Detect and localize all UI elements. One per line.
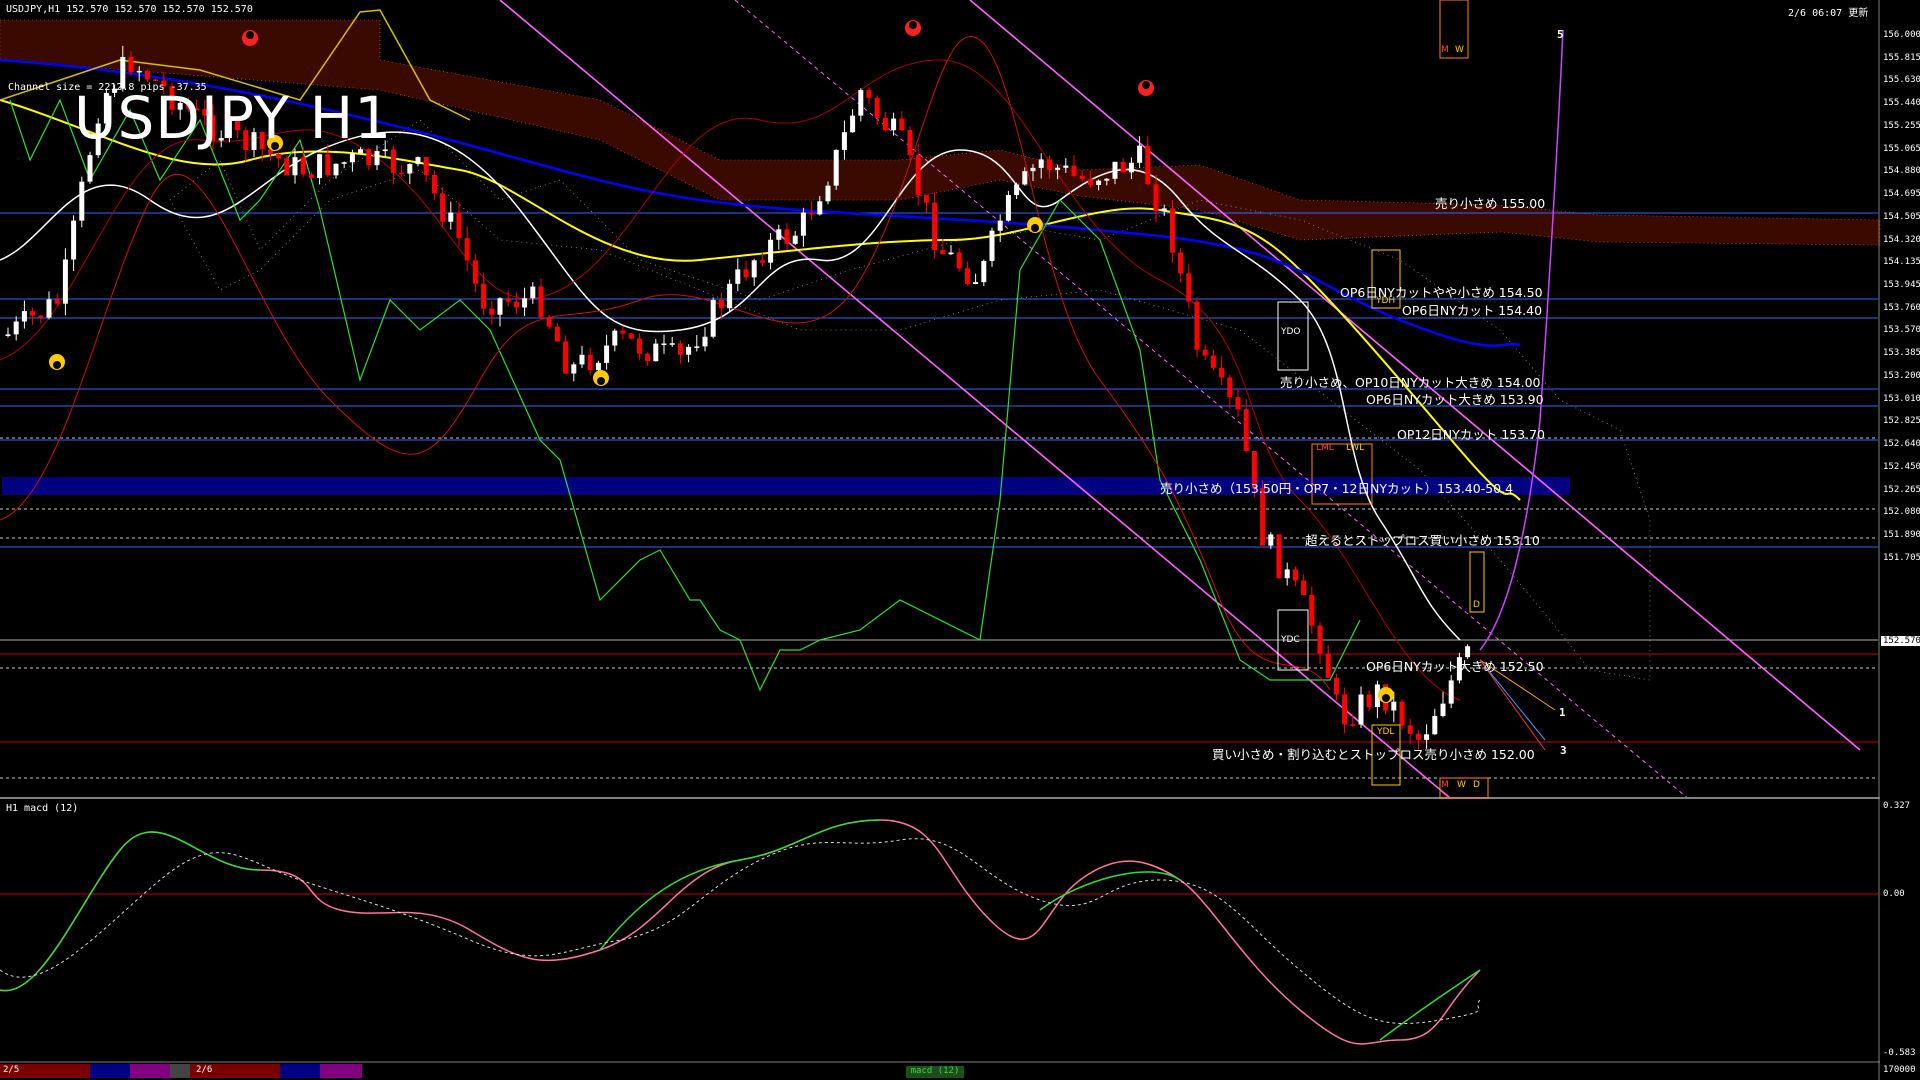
wave-label-1: 1 — [1559, 706, 1566, 719]
tag-w-top: W — [1455, 45, 1464, 55]
price-axis-label: 154.695 — [1883, 189, 1920, 200]
price-axis-label: 152.640 — [1883, 439, 1920, 450]
annotation-sell-15350: 売り小さめ（153.50円・OP7・12日NYカット）153.40-50.4 — [1160, 481, 1514, 496]
price-axis-label: 153.200 — [1883, 370, 1920, 381]
annotation-sell-155: 売り小さめ 155.00 — [1435, 196, 1546, 211]
tag-lwl: LWL — [1346, 443, 1365, 453]
macd-axis-zero: 0.00 — [1883, 889, 1905, 899]
price-axis-label: 155.815 — [1883, 52, 1920, 63]
tag-d: D — [1473, 600, 1480, 610]
tag-ydl: YDL — [1377, 727, 1395, 737]
tag-ydo: YDO — [1281, 327, 1301, 337]
price-axis-label: 152.265 — [1883, 484, 1920, 495]
time-label-0: 2/5 — [3, 1065, 20, 1075]
price-axis-label: 154.880 — [1883, 166, 1920, 177]
wave-label-5: 5 — [1557, 28, 1564, 41]
price-axis-label: 151.705 — [1883, 552, 1920, 563]
price-axis-label: 152.450 — [1883, 461, 1920, 472]
price-axis-label: 154.135 — [1883, 257, 1920, 268]
symbol-info: USDJPY,H1 152.570 152.570 152.570 152.57… — [6, 4, 253, 15]
macd-axis-base: 170000 — [1883, 1065, 1916, 1075]
tag-w-bottom: W — [1457, 780, 1466, 790]
price-axis-label: 153.385 — [1883, 348, 1920, 359]
macd-lines — [0, 819, 1481, 1045]
macd-title: H1 macd (12) — [6, 803, 79, 814]
price-axis-label: 156.000 — [1883, 30, 1920, 40]
annotation-stop-15310: 超えるとストップロス買い小さめ 153.10 — [1305, 533, 1540, 548]
price-axis-label: 153.010 — [1883, 393, 1920, 404]
price-axis-label: 154.320 — [1883, 234, 1920, 245]
price-axis-label: 155.630 — [1883, 75, 1920, 86]
macd-footer-label: macd (12) — [906, 1066, 964, 1078]
update-timestamp: 2/6 06:07 更新 — [1788, 8, 1869, 19]
tag-lml: LML — [1316, 443, 1334, 453]
tag-ydc: YDC — [1281, 635, 1300, 645]
price-axis-label: 153.760 — [1883, 302, 1920, 313]
price-axis-label: 153.570 — [1883, 325, 1920, 336]
chart-canvas[interactable] — [0, 0, 1920, 1080]
trend-channel — [499, 0, 1861, 801]
annotation-buy-152: 買い小さめ・割り込むとストップロス売り小さめ 152.00 — [1212, 747, 1535, 762]
tag-m-bottom: M — [1441, 780, 1449, 790]
price-axis-label: 155.440 — [1883, 98, 1920, 109]
price-axis-label: 152.080 — [1883, 507, 1920, 518]
tag-ydh: YDH — [1376, 296, 1396, 306]
time-label-1: 2/6 — [196, 1065, 213, 1075]
price-axis-label: 155.255 — [1883, 120, 1920, 131]
price-axis-label: 155.065 — [1883, 143, 1920, 154]
price-axis-label: 153.945 — [1883, 280, 1920, 291]
macd-axis-bottom: -0.583 — [1883, 1048, 1916, 1058]
current-price-label: 152.570 — [1881, 636, 1920, 646]
chart-title: USDJPY H1 — [74, 84, 393, 152]
horizontal-level-lines — [0, 212, 1878, 779]
macd-axis-top: 0.327 — [1883, 801, 1911, 811]
price-axis-label: 151.890 — [1883, 530, 1920, 541]
annotation-op-15450: OP6日NYカットやや小さめ 154.50 — [1340, 285, 1543, 300]
annotation-op-15390: OP6日NYカット大きめ 153.90 — [1366, 392, 1544, 407]
tag-d-bottom: D — [1473, 780, 1480, 790]
annotation-op-15440: OP6日NYカット 154.40 — [1402, 303, 1543, 318]
annotation-op-15370: OP12日NYカット 153.70 — [1397, 427, 1545, 442]
price-axis-label: 154.505 — [1883, 211, 1920, 222]
wave-label-3: 3 — [1560, 744, 1567, 757]
tag-m-top: M — [1441, 45, 1449, 55]
annotation-op-15250: OP6日NYカット大きめ 152.50 — [1366, 659, 1544, 674]
price-axis-label: 152.825 — [1883, 416, 1920, 427]
